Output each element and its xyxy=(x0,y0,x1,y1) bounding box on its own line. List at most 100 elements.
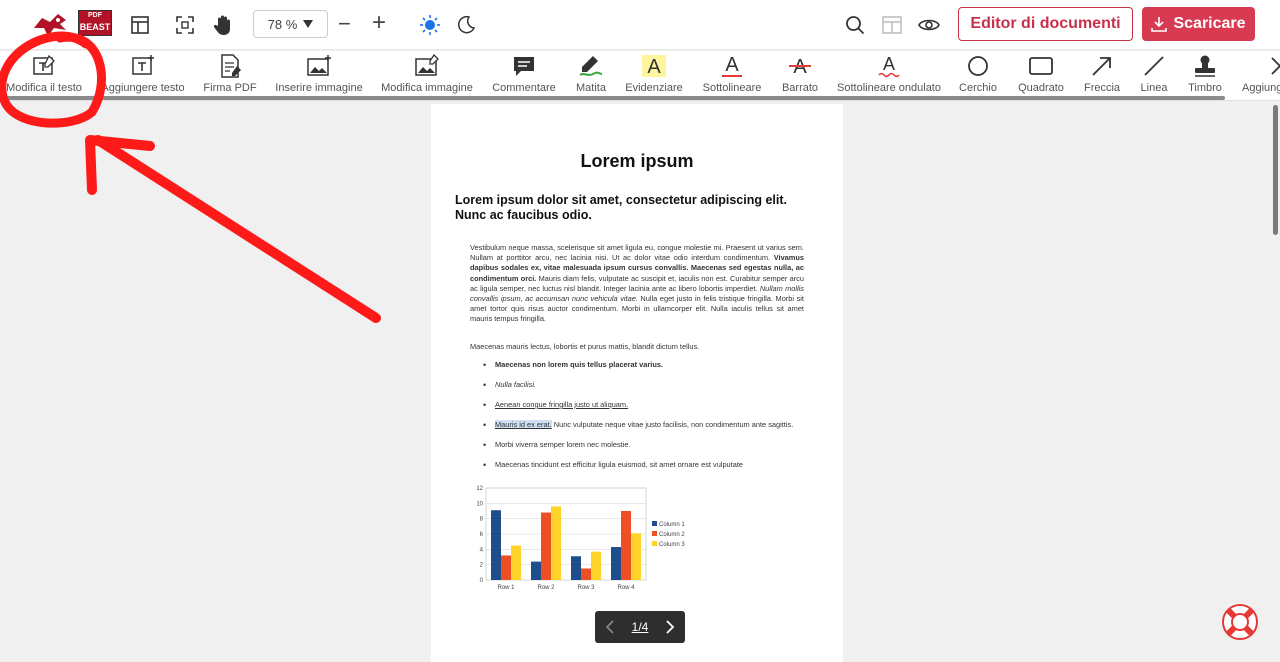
svg-text:A: A xyxy=(647,56,661,78)
line-icon xyxy=(1144,56,1164,76)
layout-icon xyxy=(131,16,149,34)
logo[interactable]: PDF BEAST xyxy=(32,10,112,38)
brand-badge: PDF BEAST xyxy=(78,10,112,36)
tool-pencil[interactable]: Matita xyxy=(572,54,610,96)
tool-label: Commentare xyxy=(492,82,556,94)
tools-horizontal-scrollbar[interactable] xyxy=(5,96,1225,100)
panel-icon xyxy=(882,16,902,34)
tool-underline[interactable]: A Sottolineare xyxy=(700,54,764,96)
strikethrough-icon: A xyxy=(789,56,811,78)
zoom-select[interactable]: 78 % xyxy=(253,10,328,38)
tool-arrow[interactable]: Freccia xyxy=(1080,54,1124,96)
list-item: Nulla facilisi. xyxy=(483,380,805,390)
add-more-icon xyxy=(1271,57,1280,75)
chevron-down-icon xyxy=(303,20,314,28)
tool-label: Cerchio xyxy=(959,82,997,94)
search-button[interactable] xyxy=(840,10,870,40)
layout-button[interactable] xyxy=(125,10,155,40)
tool-add-text[interactable]: Aggiungere testo xyxy=(100,54,186,96)
y-tick-label: 10 xyxy=(476,501,483,507)
x-tick-label: Row 4 xyxy=(617,585,635,591)
tool-comment[interactable]: Commentare xyxy=(490,54,558,96)
tool-edit-image[interactable]: Modifica immagine xyxy=(380,54,474,96)
edit-text-icon xyxy=(33,54,55,75)
tool-label: Freccia xyxy=(1083,82,1121,94)
zoom-in-button[interactable]: + xyxy=(372,9,386,37)
panel-button[interactable] xyxy=(877,10,907,40)
highlighted-text[interactable]: Mauris id ex erat. xyxy=(495,420,552,429)
document-editor-button[interactable]: Editor di documenti xyxy=(958,7,1133,41)
sun-icon xyxy=(420,15,440,35)
chart-bar xyxy=(551,506,561,580)
download-label: Scaricare xyxy=(1173,15,1246,32)
chevron-left-icon[interactable] xyxy=(605,620,615,634)
preview-button[interactable] xyxy=(914,10,944,40)
vertical-scrollbar[interactable] xyxy=(1273,105,1278,235)
chart-bar xyxy=(491,510,501,580)
list-item: Aenean congue fringilla justo ut aliquam… xyxy=(483,400,805,410)
download-button[interactable]: Scaricare xyxy=(1142,7,1255,41)
help-lifebuoy-icon[interactable] xyxy=(1220,602,1260,642)
chart-bar xyxy=(511,545,521,580)
dark-mode-button[interactable] xyxy=(451,10,481,40)
arrow-icon xyxy=(1092,57,1111,76)
download-icon xyxy=(1151,17,1168,32)
tool-strikethrough[interactable]: A Barrato xyxy=(778,54,822,96)
chevron-right-icon[interactable] xyxy=(665,620,675,634)
document-title: Lorem ipsum xyxy=(580,151,694,171)
zoom-out-button[interactable]: − xyxy=(338,11,351,37)
tool-circle[interactable]: Cerchio xyxy=(956,54,1000,96)
bar-chart: 0 2 4 6 8 10 12 Row 1 Row 2 Row 3 Row 4 Column 1 Col… xyxy=(476,486,685,591)
hand-icon xyxy=(213,15,230,35)
tool-stamp[interactable]: Timbro xyxy=(1184,54,1226,96)
legend-swatch xyxy=(652,531,657,536)
list-item-text: Morbi viverra semper lorem nec molestie. xyxy=(495,440,631,449)
chart-bar xyxy=(581,568,591,580)
tool-label: Linea xyxy=(1140,82,1168,94)
hand-tool-button[interactable] xyxy=(208,10,238,40)
legend-swatch xyxy=(652,541,657,546)
y-tick-label: 4 xyxy=(480,547,484,553)
x-tick-label: Row 2 xyxy=(537,585,555,591)
search-icon xyxy=(846,16,865,35)
list-item: Mauris id ex erat. Nunc vulputate neque … xyxy=(483,420,805,430)
tool-insert-image[interactable]: Inserire immagine xyxy=(275,54,363,96)
chart-bar xyxy=(631,533,641,580)
fullscreen-button[interactable] xyxy=(170,10,200,40)
chart-bar xyxy=(541,512,551,580)
list-item-text: Nunc vulputate neque vitae justo facilis… xyxy=(551,420,794,429)
square-icon xyxy=(1029,57,1053,75)
list-item: Maecenas non lorem quis tellus placerat … xyxy=(483,360,805,370)
y-tick-label: 0 xyxy=(480,578,484,584)
legend-label: Column 3 xyxy=(659,542,685,548)
light-mode-button[interactable] xyxy=(415,10,445,40)
page-navigator: 1/4 xyxy=(595,611,685,643)
list-item: Morbi viverra semper lorem nec molestie. xyxy=(483,440,805,450)
tool-edit-text[interactable]: Modifica il testo xyxy=(6,54,82,96)
brand-small: PDF xyxy=(88,12,102,19)
tool-sign-pdf[interactable]: Firma PDF xyxy=(200,54,260,96)
pencil-icon xyxy=(579,56,603,76)
y-tick-label: 6 xyxy=(480,532,484,538)
chart-bar xyxy=(501,555,511,580)
tool-highlight[interactable]: A Evidenziare xyxy=(624,54,684,96)
comment-icon xyxy=(514,57,534,76)
list-item-text: Maecenas tincidunt est efficitur ligula … xyxy=(495,460,743,469)
svg-text:A: A xyxy=(883,54,895,74)
tool-line[interactable]: Linea xyxy=(1134,54,1174,96)
chart-bar xyxy=(611,547,621,580)
list-item-text: Maecenas non lorem quis tellus placerat … xyxy=(495,360,663,369)
legend-swatch xyxy=(652,521,657,526)
chart-bar xyxy=(531,561,541,580)
tool-wavy-underline[interactable]: A Sottolineare ondulato xyxy=(836,54,942,96)
tool-label: Sottolineare xyxy=(702,82,762,94)
tool-add-more[interactable]: Aggiung xyxy=(1238,54,1280,96)
tool-label: Matita xyxy=(576,82,606,94)
svg-text:A: A xyxy=(725,54,739,76)
tool-square[interactable]: Quadrato xyxy=(1016,54,1066,96)
eye-icon xyxy=(918,19,940,31)
annotation-arrow xyxy=(85,135,381,323)
tool-label: Quadrato xyxy=(1018,82,1064,94)
insert-image-icon xyxy=(307,55,331,76)
document-heading: Lorem ipsum dolor sit amet, consectetur … xyxy=(455,193,805,223)
